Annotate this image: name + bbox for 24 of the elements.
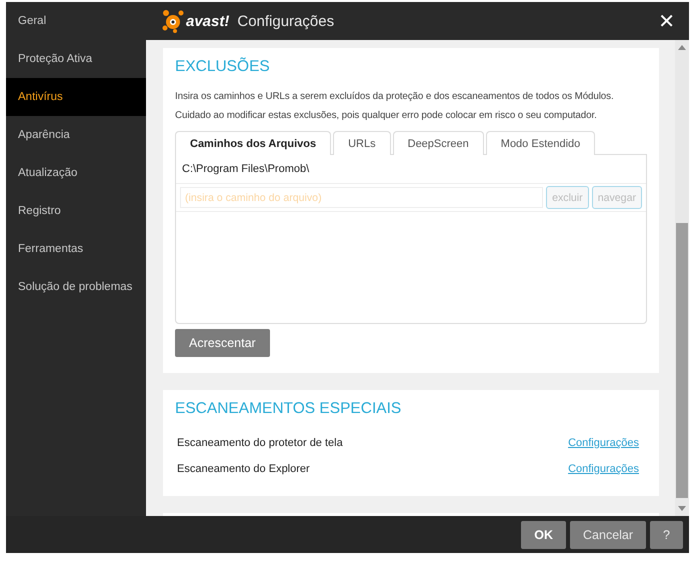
footer-button[interactable]: OK [521,520,566,548]
section-title: EXCLUSÕES [175,58,271,76]
add-button[interactable]: Acrescentar [175,329,270,357]
tab[interactable]: Caminhos dos Arquivos [175,131,332,155]
sidebar-item[interactable]: Registro [6,192,146,230]
sidebar-item[interactable]: Antivírus [6,78,146,116]
tab[interactable]: Modo Estendido [486,131,596,155]
logo-text: avast! [186,12,230,30]
window-title: Configurações [237,12,334,30]
path-item[interactable]: C:\Program Files\Promob\ [176,155,646,184]
sidebar-item[interactable]: Proteção Ativa [6,40,146,78]
close-button[interactable]: ✕ [654,9,679,33]
tab[interactable]: DeepScreen [392,131,484,155]
sidebar-item[interactable]: Aparência [6,116,146,154]
sidebar-item[interactable]: Solução de problemas [6,268,146,306]
sidebar-item[interactable]: Ferramentas [6,230,146,268]
path-input-field[interactable]: (insira o caminho do arquivo) [180,187,544,208]
scan-label: Escaneamento do Explorer [177,463,310,475]
section-title: ESCANEAMENTOS ESPECIAIS [175,400,402,418]
tab[interactable]: URLs [333,131,391,155]
description-text: Insira os caminhos e URLs a serem excluídos da proteção e dos escaneamentos de todos os Módulos. Cuidado ao modificar estas exclusões, pois qualquer erro pode colocar em risco o seu computador. [175,90,615,122]
sidebar-item[interactable]: Atualização [6,154,146,192]
sidebar-item[interactable]: Geral [6,2,146,40]
scan-label: Escaneamento do protetor de tela [177,437,343,449]
